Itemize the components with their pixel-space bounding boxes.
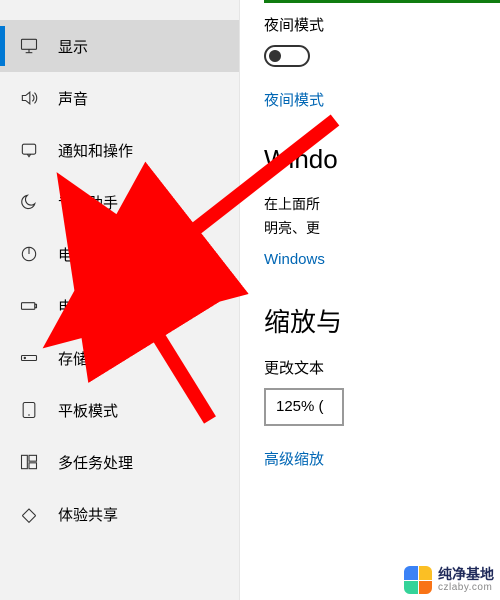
scale-select-value: 125% (	[276, 398, 324, 415]
storage-icon	[18, 347, 40, 369]
hd-body-line: 明亮、更	[264, 217, 500, 241]
sidebar-item-label: 多任务处理	[58, 452, 133, 473]
share-icon	[18, 503, 40, 525]
sidebar-item-label: 声音	[58, 88, 88, 109]
sidebar-item-shared-experiences[interactable]: 体验共享	[0, 488, 239, 540]
notification-icon	[18, 139, 40, 161]
sidebar-item-power-sleep[interactable]: 电源和睡眠	[0, 228, 239, 280]
sidebar-item-label: 电池	[58, 296, 88, 317]
sidebar-item-display[interactable]: 显示	[0, 20, 239, 72]
sidebar-item-sound[interactable]: 声音	[0, 72, 239, 124]
scale-section: 缩放与 更改文本 125% ( 高级缩放	[264, 302, 500, 469]
battery-icon	[18, 295, 40, 317]
multitask-icon	[18, 451, 40, 473]
content-pane: 夜间模式 夜间模式 Windo 在上面所 明亮、更 Windows 缩放与 更改…	[240, 0, 500, 600]
toggle-knob	[269, 50, 281, 62]
sidebar-item-storage[interactable]: 存储	[0, 332, 239, 384]
sound-icon	[18, 87, 40, 109]
sidebar-item-label: 通知和操作	[58, 140, 133, 161]
night-light-settings-link[interactable]: 夜间模式	[264, 89, 500, 110]
scale-select[interactable]: 125% (	[264, 388, 344, 426]
advanced-scaling-link[interactable]: 高级缩放	[264, 448, 500, 469]
sidebar-item-battery[interactable]: 电池	[0, 280, 239, 332]
sidebar-item-label: 存储	[58, 348, 88, 369]
scale-heading: 缩放与	[264, 302, 500, 339]
night-light-section: 夜间模式 夜间模式	[264, 14, 500, 110]
hd-heading: Windo	[264, 144, 500, 175]
tablet-icon	[18, 399, 40, 421]
settings-sidebar: 显示 声音 通知和操作 专注助手 电源和睡眠	[0, 0, 240, 600]
night-light-toggle[interactable]	[264, 45, 310, 67]
night-light-label: 夜间模式	[264, 14, 500, 35]
sidebar-item-focus-assist[interactable]: 专注助手	[0, 176, 239, 228]
moon-icon	[18, 191, 40, 213]
hd-settings-link[interactable]: Windows	[264, 251, 500, 268]
monitor-icon	[18, 35, 40, 57]
watermark-logo-icon	[404, 566, 432, 594]
sidebar-item-multitasking[interactable]: 多任务处理	[0, 436, 239, 488]
sidebar-item-tablet-mode[interactable]: 平板模式	[0, 384, 239, 436]
sidebar-item-label: 平板模式	[58, 400, 118, 421]
sidebar-item-label: 体验共享	[58, 504, 118, 525]
hd-body-text: 在上面所 明亮、更	[264, 193, 500, 241]
windows-hd-section: Windo 在上面所 明亮、更 Windows	[264, 144, 500, 268]
sidebar-item-label: 电源和睡眠	[58, 244, 133, 265]
watermark-url: czlaby.com	[438, 582, 494, 593]
hd-body-line: 在上面所	[264, 193, 500, 217]
watermark: 纯净基地 czlaby.com	[404, 566, 494, 594]
sidebar-item-label: 专注助手	[58, 192, 118, 213]
sidebar-item-label: 显示	[58, 36, 88, 57]
power-icon	[18, 243, 40, 265]
accent-underline	[264, 0, 500, 3]
scale-field-label: 更改文本	[264, 357, 500, 378]
watermark-text: 纯净基地	[438, 567, 494, 582]
sidebar-item-notifications[interactable]: 通知和操作	[0, 124, 239, 176]
